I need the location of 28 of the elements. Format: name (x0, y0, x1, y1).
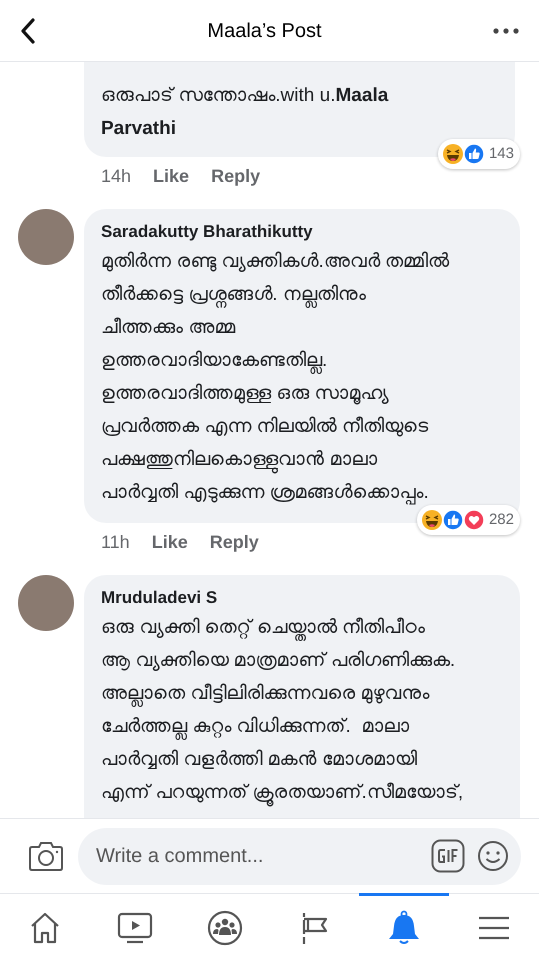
laughing-face-icon (440, 142, 465, 166)
comment-author[interactable]: Saradakutty Bharathikutty (101, 221, 313, 243)
groups-icon (206, 910, 243, 946)
comment-text: ഒരു വ്യക്തി തെറ്റ് ചെയ്താൽ നീതിപീഠം ആ വ്യക്തിയെ മാത്രമാണ് പരിഗണിക്കുക. അല്ലാതെ വീട്ടിലിരിക്കുന്നവരെ മുഴുവനും ചേർത്തല്ല കുറ്റം വിധിക്കുന്നത്. മാലാ പാർവ്വതി വളർത്തി മകൻ മോശമായി എന്ന് പറയുന്നത് ക്രൂരതയാണ്.സീമയോട്, (101, 611, 503, 809)
emoji-icon[interactable] (477, 840, 509, 872)
reactions-badge[interactable]: 282 (416, 505, 520, 535)
laughing-face-icon (420, 508, 444, 532)
reaction-count: 143 (488, 144, 514, 164)
comment-action-link[interactable]: Like (152, 528, 188, 556)
page-title: Maala’s Post (207, 18, 322, 44)
comment-time: 11h (101, 530, 130, 554)
gif-icon[interactable] (431, 839, 465, 873)
more-icon[interactable] (492, 28, 519, 34)
comment-author[interactable]: Mruduladevi S (101, 587, 218, 609)
comment-field[interactable]: Write a comment... (78, 828, 521, 884)
comment-action-link[interactable]: Reply (210, 528, 259, 556)
comment-text: ഒരുപാട് സന്തോഷം.with u.Maala Parvathi (101, 84, 390, 141)
thumbs-up-icon (440, 508, 465, 532)
back-icon[interactable] (20, 18, 36, 44)
comment-time: 14h (101, 164, 132, 188)
comment-text: മുതിർന്ന രണ്ടു വ്യക്തികൾ.അവർ തമ്മിൽ തീർക്കട്ടെ പ്രശ്നങ്ങൾ. നല്ലതിനും ചീത്തക്കും അമ്മ ഉത്തരവാദിയാകേണ്ടതില്ല. ഉത്തരവാദിത്തമുള്ള ഒരു സാമൂഹ്യ പ്രവർത്തക എന്ന നിലയിൽ നീതിയുടെ പക്ഷത്തുനിലകൊള്ളുവാൻ മാലാ പാർവ്വതി എടുക്കുന്ന ശ്രമങ്ങൾക്കൊപ്പം. (101, 250, 450, 506)
comment-action-link[interactable]: Reply (211, 162, 260, 190)
camera-icon[interactable] (28, 840, 64, 872)
reactions-badge[interactable]: 143 (438, 139, 520, 169)
comment-action-link[interactable]: Like (153, 162, 190, 190)
reaction-count: 282 (488, 510, 514, 530)
video-icon (116, 910, 153, 946)
thumbs-up-icon (462, 142, 486, 166)
